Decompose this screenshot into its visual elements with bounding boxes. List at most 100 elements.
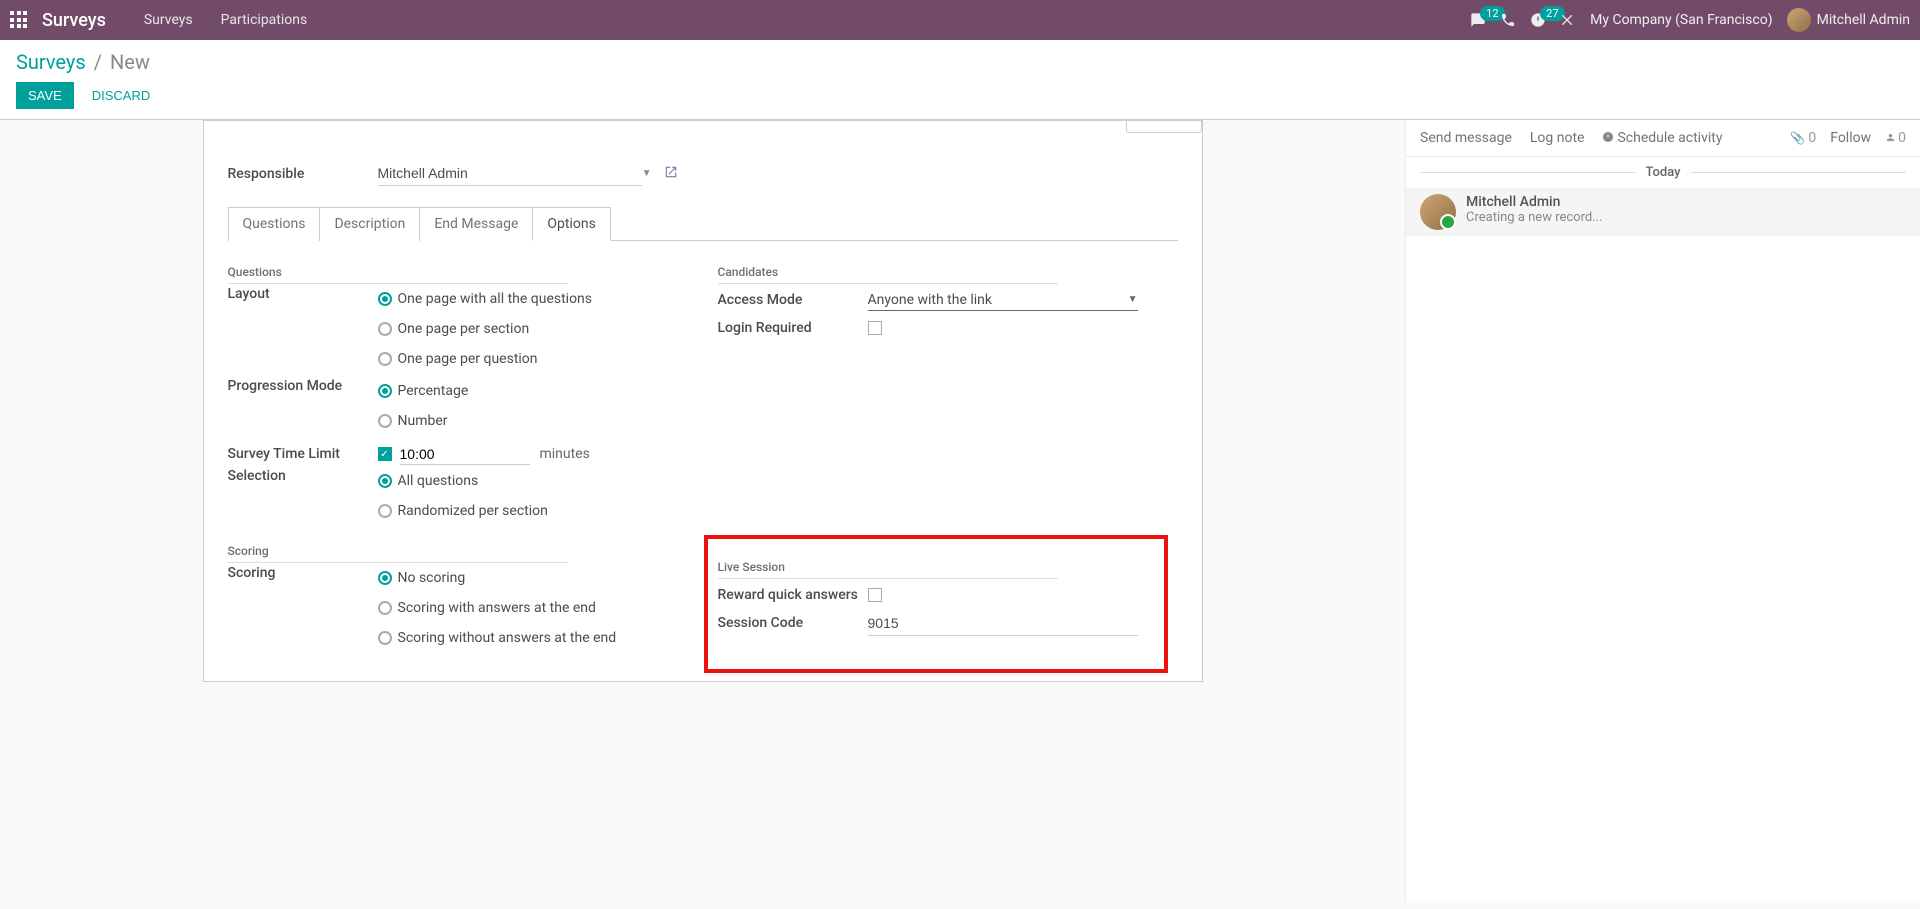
top-right-box — [1126, 121, 1202, 133]
progression-percentage[interactable]: Percentage — [378, 378, 469, 404]
selection-random-label: Randomized per section — [398, 503, 548, 519]
section-questions-title: Questions — [228, 265, 688, 284]
login-required-label: Login Required — [718, 320, 868, 336]
navbar-right: 12 27 My Company (San Francisco) Mitchel… — [1470, 8, 1910, 32]
external-link-icon[interactable] — [664, 165, 678, 183]
app-brand[interactable]: Surveys — [42, 10, 106, 31]
notebook: Questions Description End Message Option… — [228, 206, 1178, 665]
message-body: Mitchell Admin Creating a new record... — [1466, 194, 1603, 230]
progression-label: Progression Mode — [228, 378, 378, 394]
layout-label: Layout — [228, 286, 378, 302]
responsible-row: Responsible ▼ — [228, 155, 1178, 192]
form-sheet: Responsible ▼ Questions Description End … — [203, 120, 1203, 682]
user-name: Mitchell Admin — [1817, 12, 1910, 28]
schedule-activity-label: Schedule activity — [1617, 130, 1722, 146]
progression-number-label: Number — [398, 413, 448, 429]
time-limit-checkbox[interactable]: ✓ — [378, 447, 392, 461]
responsible-widget: ▼ — [378, 161, 678, 186]
layout-option-question-label: One page per question — [398, 351, 538, 367]
chatter: Send message Log note Schedule activity … — [1405, 120, 1920, 901]
options-right-col: Candidates Access Mode Anyone with the l… — [718, 255, 1178, 651]
layout-option-all[interactable]: One page with all the questions — [378, 286, 593, 312]
scoring-label: Scoring — [228, 565, 378, 581]
selection-all[interactable]: All questions — [378, 468, 548, 494]
followers-count[interactable]: 0 — [1885, 130, 1906, 146]
nav-participations[interactable]: Participations — [207, 12, 322, 28]
time-limit-unit: minutes — [540, 446, 590, 462]
activities-icon[interactable]: 27 — [1530, 12, 1546, 28]
section-live-title: Live Session — [718, 560, 1178, 579]
chatter-topbar: Send message Log note Schedule activity … — [1406, 120, 1920, 157]
progression-number[interactable]: Number — [378, 408, 469, 434]
breadcrumb-sep: / — [94, 50, 102, 74]
scoring-none-label: No scoring — [398, 570, 466, 586]
phone-icon[interactable] — [1500, 12, 1516, 28]
tab-end-message[interactable]: End Message — [419, 207, 533, 241]
log-note-button[interactable]: Log note — [1530, 130, 1585, 146]
section-scoring-title: Scoring — [228, 544, 688, 563]
user-menu[interactable]: Mitchell Admin — [1787, 8, 1910, 32]
apps-icon[interactable] — [10, 11, 28, 29]
breadcrumb-root[interactable]: Surveys — [16, 50, 86, 74]
discard-button[interactable]: DISCARD — [84, 82, 159, 109]
chatter-right: 0 Follow 0 — [1790, 130, 1906, 146]
tab-questions[interactable]: Questions — [228, 207, 321, 241]
access-mode-value: Anyone with the link — [868, 292, 1128, 308]
message-avatar — [1420, 194, 1456, 230]
navbar-left: Surveys Surveys Participations — [10, 10, 321, 31]
main-area: Responsible ▼ Questions Description End … — [0, 120, 1920, 901]
selection-all-label: All questions — [398, 473, 479, 489]
save-button[interactable]: SAVE — [16, 82, 74, 109]
date-separator-label: Today — [1635, 165, 1690, 180]
message-author: Mitchell Admin — [1466, 194, 1603, 210]
scoring-none[interactable]: No scoring — [378, 565, 617, 591]
session-code-input[interactable] — [868, 611, 1138, 636]
responsible-dropdown-icon[interactable]: ▼ — [642, 168, 652, 179]
avatar — [1787, 8, 1811, 32]
login-required-checkbox[interactable] — [868, 321, 882, 335]
scoring-without-label: Scoring without answers at the end — [398, 630, 617, 646]
tab-content-options: Questions Layout One page with all the q… — [228, 241, 1178, 665]
send-message-button[interactable]: Send message — [1420, 130, 1512, 146]
access-mode-select[interactable]: Anyone with the link ▼ — [868, 290, 1138, 311]
scoring-radio-group: No scoring Scoring with answers at the e… — [378, 565, 617, 651]
scoring-without[interactable]: Scoring without answers at the end — [378, 625, 617, 651]
follow-button[interactable]: Follow — [1830, 130, 1871, 146]
selection-label: Selection — [228, 468, 378, 484]
messaging-icon[interactable]: 12 — [1470, 12, 1486, 28]
layout-option-question[interactable]: One page per question — [378, 346, 593, 372]
progression-percentage-label: Percentage — [398, 383, 469, 399]
layout-option-section-label: One page per section — [398, 321, 530, 337]
scoring-with[interactable]: Scoring with answers at the end — [378, 595, 617, 621]
breadcrumb-current: New — [110, 50, 150, 74]
layout-option-all-label: One page with all the questions — [398, 291, 593, 307]
breadcrumb: Surveys / New — [16, 50, 1904, 74]
time-limit-input[interactable] — [400, 444, 530, 465]
reward-checkbox[interactable] — [868, 588, 882, 602]
layout-radio-group: One page with all the questions One page… — [378, 286, 593, 372]
date-separator: Today — [1420, 165, 1906, 180]
message-text: Creating a new record... — [1466, 210, 1603, 225]
navbar: Surveys Surveys Participations 12 27 My … — [0, 0, 1920, 40]
nav-surveys[interactable]: Surveys — [130, 12, 207, 28]
selection-random[interactable]: Randomized per section — [378, 498, 548, 524]
tab-description[interactable]: Description — [319, 207, 420, 241]
chevron-down-icon: ▼ — [1128, 294, 1138, 305]
tab-options[interactable]: Options — [532, 207, 610, 241]
schedule-activity-button[interactable]: Schedule activity — [1602, 130, 1722, 146]
close-debug-icon[interactable] — [1560, 12, 1576, 28]
options-left-col: Questions Layout One page with all the q… — [228, 255, 688, 651]
progression-radio-group: Percentage Number — [378, 378, 469, 434]
control-panel: Surveys / New SAVE DISCARD — [0, 40, 1920, 120]
session-code-label: Session Code — [718, 615, 868, 631]
attachments-count[interactable]: 0 — [1790, 130, 1816, 146]
form-scroll-area[interactable]: Responsible ▼ Questions Description End … — [0, 120, 1405, 901]
responsible-input[interactable] — [378, 161, 642, 186]
responsible-label: Responsible — [228, 166, 378, 182]
scoring-with-label: Scoring with answers at the end — [398, 600, 596, 616]
company-switcher[interactable]: My Company (San Francisco) — [1590, 12, 1772, 28]
nav-tabs: Questions Description End Message Option… — [228, 206, 1178, 241]
access-mode-label: Access Mode — [718, 292, 868, 308]
layout-option-section[interactable]: One page per section — [378, 316, 593, 342]
time-limit-label: Survey Time Limit — [228, 446, 378, 462]
